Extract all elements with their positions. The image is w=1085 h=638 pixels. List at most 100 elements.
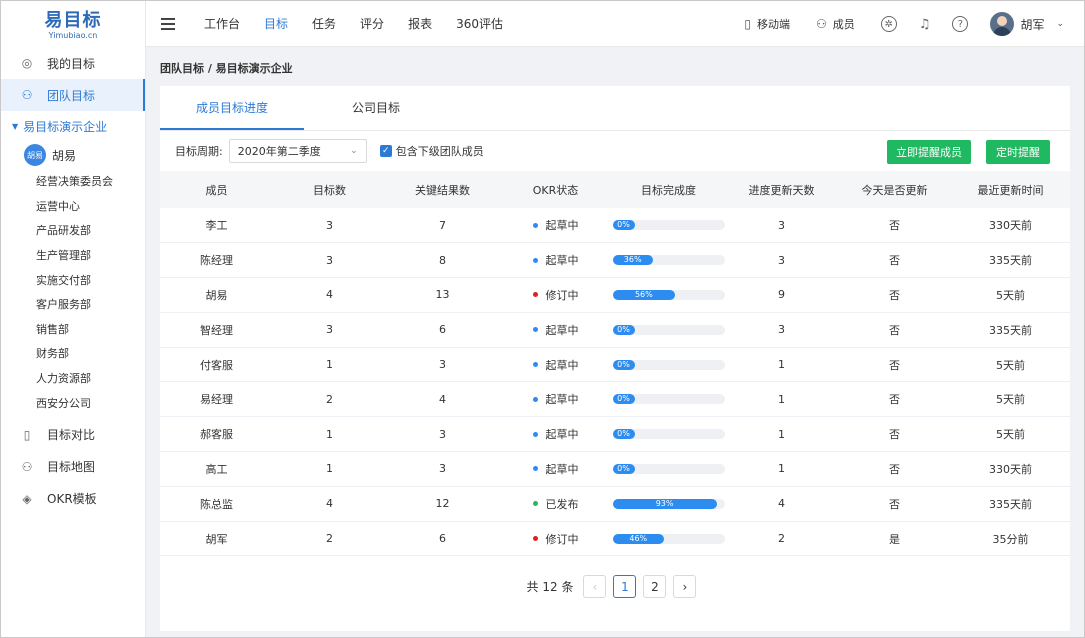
status-label: 修订中 [545, 288, 579, 302]
update-days: 1 [725, 416, 838, 453]
member-name[interactable]: 易经理 [160, 381, 273, 418]
member-name[interactable]: 胡易 [160, 277, 273, 313]
progress-bar: 0% [612, 324, 725, 335]
topnav-360[interactable]: 360评估 [456, 1, 503, 47]
help-icon[interactable]: ? [952, 16, 969, 32]
sidebar-dept-item[interactable]: 实施交付部 [1, 267, 145, 292]
updated-today: 否 [838, 451, 951, 487]
sidebar-item-map[interactable]: ⚇ 目标地图 [1, 451, 145, 483]
updated-today: 否 [838, 381, 951, 418]
sidebar-dept-item[interactable]: 销售部 [1, 317, 145, 342]
sidebar-item-label: 目标地图 [47, 460, 96, 475]
aperture-icon[interactable]: ✲ [880, 16, 897, 32]
completion: 0% [612, 416, 725, 453]
top-right-tools: ▯ 移动端 ⚇ 成员 ✲ ♫ ? 胡军 ⌄ [744, 1, 1084, 47]
update-days: 1 [725, 381, 838, 418]
org-user[interactable]: 胡易 胡易 [1, 141, 145, 169]
table-row[interactable]: 高工 1 3 起草中 0% 1 否 330天前 [160, 451, 1070, 487]
progress-bar: 46% [612, 533, 725, 544]
member-name[interactable]: 付客服 [160, 347, 273, 383]
member-name[interactable]: 胡军 [160, 521, 273, 557]
logo[interactable]: 易目标 Yimubiao.cn [1, 1, 145, 47]
table-row[interactable]: 陈总监 4 12 已发布 93% 4 否 335天前 [160, 486, 1070, 522]
period-select[interactable]: 2020年第二季度 ⌄ [228, 139, 367, 163]
period-label: 目标周期: [175, 145, 223, 158]
sidebar-dept-item[interactable]: 财务部 [1, 341, 145, 366]
bell-icon[interactable]: ♫ [919, 17, 931, 32]
goal-count: 3 [273, 242, 386, 279]
kr-count: 6 [386, 312, 499, 348]
okr-status: 起草中 [499, 208, 612, 244]
member-name[interactable]: 智经理 [160, 312, 273, 348]
table-row[interactable]: 易经理 2 4 起草中 0% 1 否 5天前 [160, 381, 1070, 418]
remind-now-button[interactable]: 立即提醒成员 [887, 140, 971, 164]
sidebar-dept-item[interactable]: 产品研发部 [1, 218, 145, 243]
kr-count: 3 [386, 451, 499, 487]
menu-icon[interactable] [161, 18, 175, 30]
member-name[interactable]: 高工 [160, 451, 273, 487]
member-name[interactable]: 陈经理 [160, 242, 273, 279]
user-name[interactable]: 胡军 [1020, 16, 1044, 33]
last-update: 5天前 [951, 277, 1070, 313]
sidebar-item-okr-template[interactable]: ◈ OKR模板 [1, 483, 145, 515]
next-page-button[interactable]: › [673, 575, 697, 598]
sidebar-dept-item[interactable]: 客户服务部 [1, 292, 145, 317]
members-link[interactable]: ⚇ 成员 [816, 16, 855, 32]
progress-fill: 56% [612, 289, 676, 300]
table-row[interactable]: 郝客服 1 3 起草中 0% 1 否 5天前 [160, 416, 1070, 453]
sidebar-dept-item[interactable]: 西安分公司 [1, 390, 145, 415]
member-name[interactable]: 郝客服 [160, 416, 273, 453]
table-row[interactable]: 付客服 1 3 起草中 0% 1 否 5天前 [160, 347, 1070, 383]
sidebar-dept-item[interactable]: 经营决策委员会 [1, 169, 145, 194]
table-row[interactable]: 李工 3 7 起草中 0% 3 否 330天前 [160, 208, 1070, 244]
update-days: 1 [725, 451, 838, 487]
include-subteams-checkbox[interactable]: ✓ 包含下级团队成员 [379, 143, 484, 159]
sidebar-item-team-goals[interactable]: ⚇ 团队目标 [1, 79, 145, 111]
page-1-button[interactable]: 1 [613, 575, 637, 598]
updated-today: 否 [838, 242, 951, 279]
sidebar-dept-item[interactable]: 运营中心 [1, 194, 145, 219]
kr-count: 8 [386, 242, 499, 279]
member-name[interactable]: 李工 [160, 208, 273, 244]
table-row[interactable]: 胡易 4 13 修订中 56% 9 否 5天前 [160, 277, 1070, 313]
tab-member-progress[interactable]: 成员目标进度 [160, 86, 304, 130]
page-2-button[interactable]: 2 [643, 575, 667, 598]
completion: 0% [612, 312, 725, 348]
sidebar-item-my-goals[interactable]: ◎ 我的目标 [1, 47, 145, 79]
okr-status: 修订中 [499, 277, 612, 313]
sidebar-dept-item[interactable]: 生产管理部 [1, 243, 145, 268]
topnav-reports[interactable]: 报表 [408, 1, 432, 47]
filter-bar: 目标周期: 2020年第二季度 ⌄ ✓ 包含下级团队成员 立即提醒成员 定时提醒 [160, 131, 1070, 171]
topnav-scoring[interactable]: 评分 [360, 1, 384, 47]
completion: 93% [612, 486, 725, 522]
table-row[interactable]: 陈经理 3 8 起草中 36% 3 否 335天前 [160, 242, 1070, 279]
table-row[interactable]: 胡军 2 6 修订中 46% 2 是 35分前 [160, 521, 1070, 557]
update-days: 1 [725, 347, 838, 383]
member-name[interactable]: 陈总监 [160, 486, 273, 522]
mobile-link[interactable]: ▯ 移动端 [744, 16, 790, 32]
sidebar-item-compare[interactable]: ▯ 目标对比 [1, 419, 145, 451]
user-avatar[interactable] [990, 12, 1015, 36]
org-user-name: 胡易 [52, 148, 77, 163]
scheduled-remind-button[interactable]: 定时提醒 [986, 140, 1050, 164]
prev-page-button[interactable]: ‹ [583, 575, 607, 598]
table-row[interactable]: 智经理 3 6 起草中 0% 3 否 335天前 [160, 312, 1070, 348]
update-days: 3 [725, 312, 838, 348]
chevron-down-icon[interactable]: ⌄ [1056, 19, 1064, 29]
topnav-workbench[interactable]: 工作台 [204, 1, 240, 47]
status-label: 起草中 [545, 393, 579, 407]
okr-status: 起草中 [499, 312, 612, 348]
topnav-tasks[interactable]: 任务 [312, 1, 336, 47]
sidebar-dept-item[interactable]: 人力资源部 [1, 366, 145, 391]
okr-status: 修订中 [499, 521, 612, 557]
progress-bar: 0% [612, 394, 725, 405]
org-tree-root[interactable]: ▼ 易目标演示企业 [1, 111, 145, 141]
main-panel: 成员目标进度 公司目标 目标周期: 2020年第二季度 ⌄ ✓ 包含下级团队成员… [160, 86, 1070, 631]
tab-company-goals[interactable]: 公司目标 [304, 86, 448, 130]
layers-icon: ◈ [22, 491, 32, 506]
last-update: 5天前 [951, 416, 1070, 453]
book-icon: ▯ [23, 427, 31, 442]
caret-down-icon[interactable]: ▼ [12, 122, 18, 131]
checkbox-checked-icon[interactable]: ✓ [379, 145, 392, 157]
topnav-goals[interactable]: 目标 [264, 1, 288, 47]
